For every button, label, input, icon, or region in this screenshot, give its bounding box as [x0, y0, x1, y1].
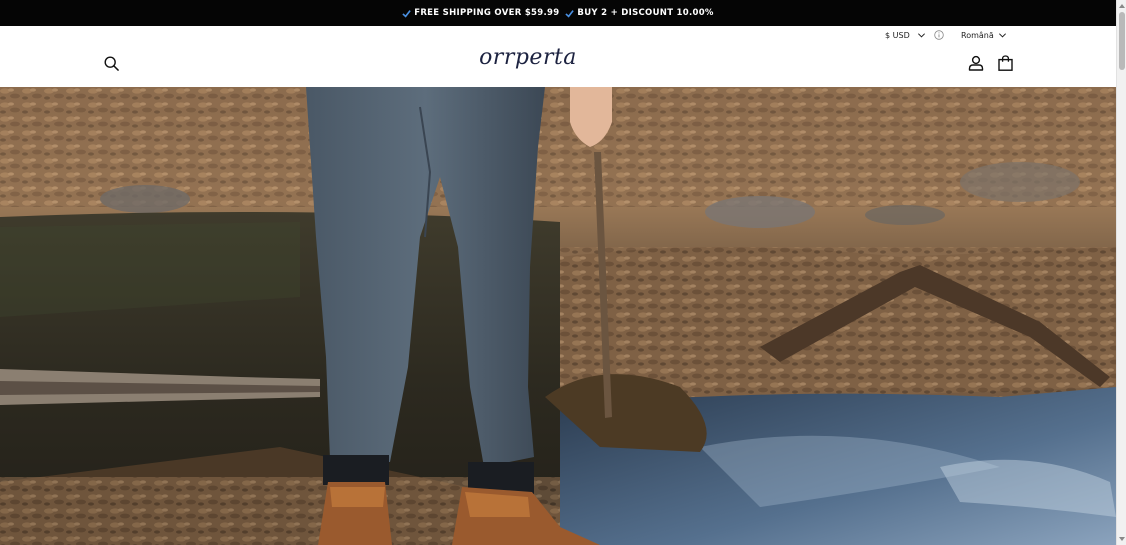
- search-icon[interactable]: [104, 56, 119, 71]
- hero-image: [0, 87, 1116, 545]
- shopping-bag-icon[interactable]: [998, 55, 1013, 71]
- language-selector[interactable]: Română: [961, 28, 1007, 42]
- scroll-up-arrow-icon[interactable]: [1119, 4, 1125, 8]
- announcement-item-discount: BUY 2 + DISCOUNT 10.00%: [565, 8, 713, 18]
- currency-selector[interactable]: $ USD: [885, 28, 944, 42]
- page-scrollbar[interactable]: [1116, 0, 1126, 545]
- scroll-down-arrow-icon[interactable]: [1119, 537, 1125, 541]
- account-icon[interactable]: [968, 55, 984, 71]
- check-icon: [565, 9, 575, 18]
- announcement-bar: FREE SHIPPING OVER $59.99 BUY 2 + DISCOU…: [0, 0, 1116, 26]
- scroll-thumb[interactable]: [1119, 12, 1125, 70]
- brand-logo[interactable]: orrperta: [478, 45, 578, 70]
- announcement-item-shipping: FREE SHIPPING OVER $59.99: [402, 8, 559, 18]
- site-header: $ USD Română orrperta: [0, 26, 1116, 87]
- check-icon: [402, 9, 411, 18]
- chevron-down-icon: [998, 32, 1006, 38]
- storefront-page: FREE SHIPPING OVER $59.99 BUY 2 + DISCOU…: [0, 0, 1116, 545]
- language-label: Română: [961, 30, 994, 40]
- info-icon[interactable]: [934, 30, 944, 40]
- currency-label: $ USD: [885, 30, 910, 40]
- chevron-down-icon: [917, 32, 925, 38]
- announcement-text: BUY 2 + DISCOUNT 10.00%: [577, 8, 714, 18]
- announcement-text: FREE SHIPPING OVER $59.99: [414, 8, 560, 18]
